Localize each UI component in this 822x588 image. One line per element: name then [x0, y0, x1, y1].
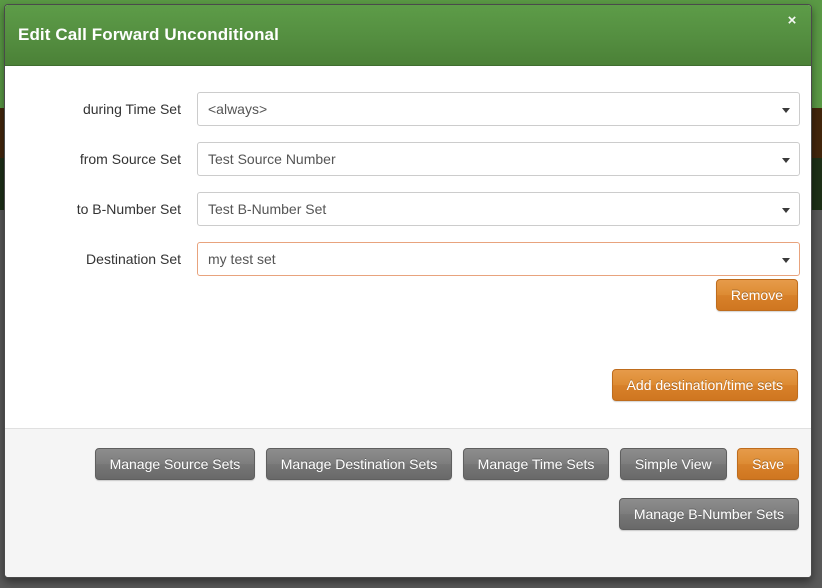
form-row-b-number-set: to B-Number Set Test B-Number Set	[5, 192, 811, 226]
manage-source-sets-button[interactable]: Manage Source Sets	[95, 448, 256, 480]
form-row-destination-set: Destination Set my test set	[5, 242, 811, 276]
simple-view-button[interactable]: Simple View	[620, 448, 727, 480]
footer-button-row-primary: Manage Source Sets Manage Destination Se…	[89, 448, 799, 480]
select-time-set-value: <always>	[208, 93, 771, 125]
chevron-down-icon	[782, 208, 790, 213]
form-row-source-set: from Source Set Test Source Number	[5, 142, 811, 176]
chevron-down-icon	[782, 258, 790, 263]
label-source-set: from Source Set	[5, 142, 181, 176]
remove-button[interactable]: Remove	[716, 279, 798, 311]
modal-body: during Time Set <always> from Source Set…	[5, 66, 811, 428]
select-source-set[interactable]: Test Source Number	[197, 142, 800, 176]
modal-footer: Manage Source Sets Manage Destination Se…	[5, 428, 811, 577]
footer-button-row-secondary: Manage B-Number Sets	[619, 498, 799, 530]
page-title: Edit Call Forward Unconditional	[18, 25, 279, 45]
manage-b-number-sets-button[interactable]: Manage B-Number Sets	[619, 498, 799, 530]
manage-destination-sets-button[interactable]: Manage Destination Sets	[266, 448, 452, 480]
label-b-number-set: to B-Number Set	[5, 192, 181, 226]
select-time-set[interactable]: <always>	[197, 92, 800, 126]
select-destination-set[interactable]: my test set	[197, 242, 800, 276]
edit-call-forward-modal: Edit Call Forward Unconditional × during…	[4, 4, 812, 578]
form-row-time-set: during Time Set <always>	[5, 92, 811, 126]
select-source-set-value: Test Source Number	[208, 143, 771, 175]
chevron-down-icon	[782, 158, 790, 163]
label-time-set: during Time Set	[5, 92, 181, 126]
select-b-number-set[interactable]: Test B-Number Set	[197, 192, 800, 226]
modal-header: Edit Call Forward Unconditional ×	[5, 5, 811, 66]
save-button[interactable]: Save	[737, 448, 799, 480]
chevron-down-icon	[782, 108, 790, 113]
select-destination-set-value: my test set	[208, 243, 771, 275]
add-destination-time-sets-button[interactable]: Add destination/time sets	[612, 369, 798, 401]
select-b-number-set-value: Test B-Number Set	[208, 193, 771, 225]
label-destination-set: Destination Set	[5, 242, 181, 276]
manage-time-sets-button[interactable]: Manage Time Sets	[463, 448, 610, 480]
close-icon[interactable]: ×	[784, 13, 800, 29]
